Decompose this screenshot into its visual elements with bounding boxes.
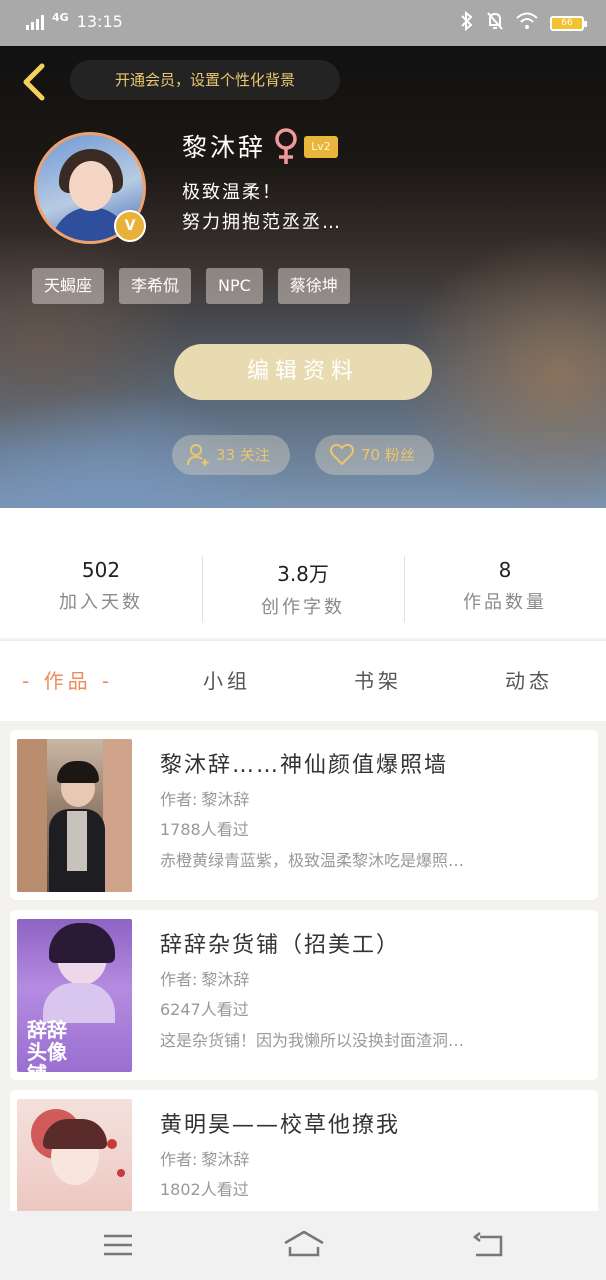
profile-name: 黎沐辞 [182,133,267,162]
profile-header: 开通会员，设置个性化背景 V 黎沐辞 Lv2 极致温柔！ 努力拥抱范丞丞… 天蝎… [0,46,606,508]
tab-bar: - 作品 - 小组 书架 动态 [0,640,606,721]
followers-label: 70 粉丝 [361,446,415,464]
tag-list: 天蝎座 李希侃 NPC 蔡徐坤 [32,268,350,304]
stat-value: 3.8万 [277,562,329,586]
following-label: 33 关注 [216,446,270,464]
work-views: 6247人看过 [160,1000,249,1019]
stat-label: 作品数量 [463,592,547,613]
work-title: 黄明昊——校草他撩我 [160,1113,401,1138]
tab-works[interactable]: - 作品 - [22,665,113,694]
home-icon[interactable] [282,1229,326,1261]
work-description: 赤橙黄绿青蓝紫，极致温柔黎沐吃是爆照… [160,851,465,870]
work-cover [17,739,132,892]
edit-profile-button[interactable]: 编辑资料 [174,344,432,400]
followers-button[interactable]: 70 粉丝 [315,435,434,475]
stat-label: 加入天数 [59,592,143,613]
stat-word-count: 3.8万 创作字数 [202,558,404,619]
stat-value: 8 [498,558,512,582]
level-badge: Lv2 [304,136,338,158]
wifi-icon [516,12,538,35]
stat-label: 创作字数 [261,597,345,618]
stat-value: 502 [81,558,121,582]
status-bar: 4G 13:15 66 [0,0,606,46]
works-list: 黎沐辞……神仙颜值爆照墙 作者: 黎沐辞 1788人看过 赤橙黄绿青蓝紫，极致温柔… [0,721,606,1211]
stats-panel: 502 加入天数 3.8万 创作字数 8 作品数量 [0,508,606,638]
tag[interactable]: 蔡徐坤 [277,268,350,304]
tab-groups[interactable]: 小组 [203,665,251,694]
work-description: 这是杂货铺！因为我懒所以没换封面渣洞… [160,1031,465,1050]
back-arrow-icon[interactable] [16,62,50,102]
tab-bookshelf[interactable]: 书架 [354,665,402,694]
following-button[interactable]: 33 关注 [172,435,290,475]
verified-badge-icon: V [114,210,146,242]
work-author: 作者: 黎沐辞 [160,790,250,809]
tab-activity[interactable]: 动态 [505,665,553,694]
stat-join-days: 502 加入天数 [0,558,202,614]
work-card[interactable]: 黄明昊——校草他撩我 作者: 黎沐辞 1802人看过 [10,1090,598,1211]
female-icon [275,128,297,164]
menu-icon[interactable] [100,1229,136,1261]
network-type: 4G [52,11,69,24]
bluetooth-icon [460,10,474,36]
add-user-icon [187,444,209,466]
clock: 13:15 [76,12,123,31]
tag[interactable]: 李希侃 [119,268,192,304]
system-nav-bar [0,1211,606,1280]
back-icon[interactable] [470,1229,506,1261]
cover-text: 辞辞头像铺 [27,1018,67,1072]
vip-background-prompt[interactable]: 开通会员，设置个性化背景 [70,60,340,100]
stat-works-count: 8 作品数量 [404,558,606,614]
signal-icon [26,14,44,30]
tag[interactable]: NPC [206,268,263,304]
tag[interactable]: 天蝎座 [32,268,105,304]
work-cover [17,1099,132,1211]
work-cover: 辞辞头像铺 [17,919,132,1072]
work-views: 1788人看过 [160,820,249,839]
work-views: 1802人看过 [160,1180,249,1199]
work-author: 作者: 黎沐辞 [160,970,250,989]
mute-icon [486,11,504,36]
bio-line: 努力拥抱范丞丞… [182,212,342,233]
battery-icon: 66 [550,16,587,31]
work-author: 作者: 黎沐辞 [160,1150,250,1169]
profile-bio: 极致温柔！ 努力拥抱范丞丞… [182,178,342,238]
bio-line: 极致温柔！ [182,182,282,203]
heart-icon [330,443,354,466]
work-title: 黎沐辞……神仙颜值爆照墙 [160,753,449,778]
work-title: 辞辞杂货铺（招美工） [160,933,401,958]
work-card[interactable]: 辞辞头像铺 辞辞杂货铺（招美工） 作者:黎沐辞 6247人看过 这是杂货铺！因为… [10,910,598,1080]
work-card[interactable]: 黎沐辞……神仙颜值爆照墙 作者: 黎沐辞 1788人看过 赤橙黄绿青蓝紫，极致温柔… [10,730,598,900]
